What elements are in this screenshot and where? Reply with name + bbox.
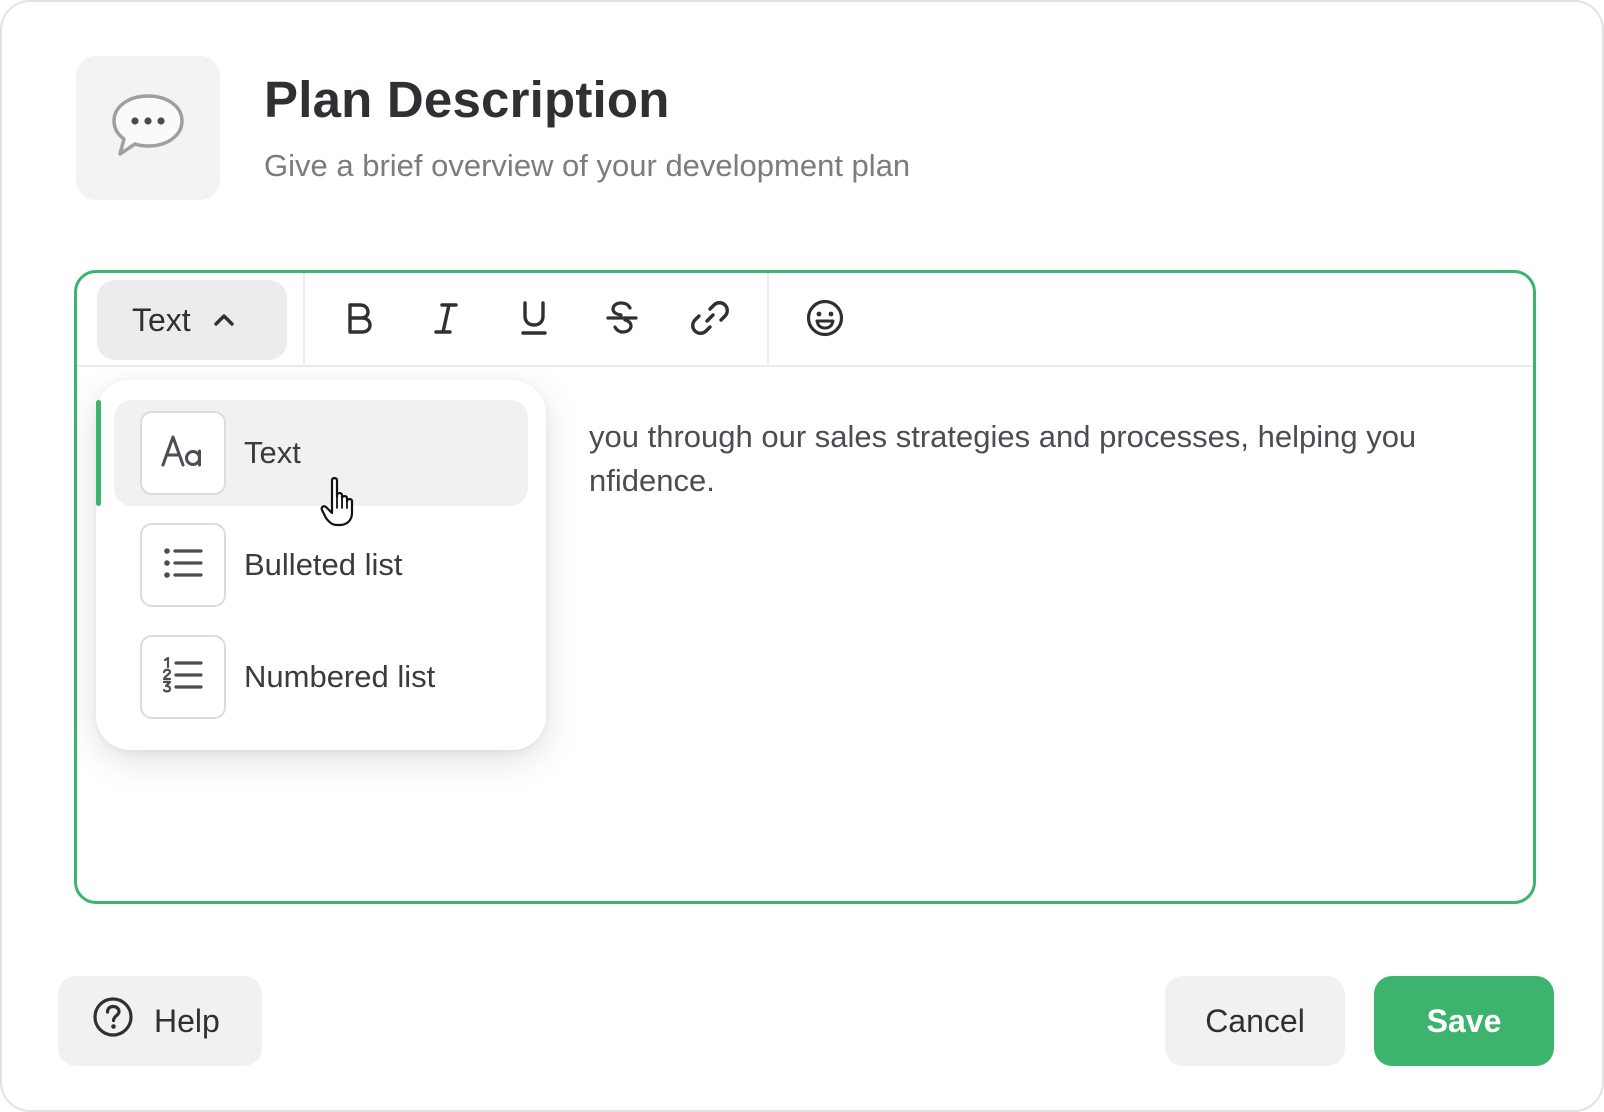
dialog-subtitle: Give a brief overview of your developmen… bbox=[264, 148, 911, 183]
toolbar-divider bbox=[767, 273, 769, 365]
dropdown-item-label: Bulleted list bbox=[244, 547, 403, 582]
dialog-title: Plan Description bbox=[264, 71, 670, 128]
help-circle-icon bbox=[92, 996, 134, 1046]
link-icon bbox=[690, 298, 730, 343]
text-style-select[interactable]: Text bbox=[97, 280, 287, 360]
cancel-button[interactable]: Cancel bbox=[1165, 976, 1345, 1066]
editor-toolbar: Text bbox=[77, 273, 1533, 367]
text-style-dropdown: Text Bulleted list Numbered list bbox=[96, 380, 546, 750]
bulleted-list-icon bbox=[163, 546, 203, 585]
italic-icon bbox=[431, 301, 461, 340]
dropdown-item-label: Numbered list bbox=[244, 659, 436, 694]
speech-bubble-icon bbox=[108, 86, 188, 171]
dropdown-item-icon-box bbox=[140, 523, 226, 607]
dropdown-item-icon-box bbox=[140, 635, 226, 719]
strikethrough-icon bbox=[605, 300, 639, 341]
underline-icon bbox=[519, 300, 549, 341]
bold-button[interactable] bbox=[328, 290, 388, 350]
help-button-label: Help bbox=[154, 1002, 220, 1039]
chevron-up-icon bbox=[213, 313, 235, 327]
strikethrough-button[interactable] bbox=[592, 290, 652, 350]
dropdown-item-label: Text bbox=[244, 435, 301, 470]
text-style-select-label: Text bbox=[132, 301, 191, 338]
link-button[interactable] bbox=[680, 290, 740, 350]
bold-icon bbox=[343, 301, 373, 340]
numbered-list-icon bbox=[162, 656, 203, 698]
emoji-button[interactable] bbox=[795, 290, 855, 350]
text-style-icon bbox=[160, 431, 206, 476]
plan-description-dialog: Plan Description Give a brief overview o… bbox=[0, 0, 1604, 1112]
hand-pointer-cursor-icon bbox=[320, 476, 360, 533]
selected-indicator bbox=[96, 400, 101, 506]
header-icon-tile bbox=[76, 56, 220, 200]
dropdown-item-numbered-list[interactable]: Numbered list bbox=[114, 624, 528, 730]
save-button[interactable]: Save bbox=[1374, 976, 1554, 1066]
emoji-icon bbox=[805, 298, 845, 343]
help-button[interactable]: Help bbox=[58, 976, 262, 1066]
dropdown-item-icon-box bbox=[140, 411, 226, 495]
italic-button[interactable] bbox=[416, 290, 476, 350]
toolbar-divider bbox=[303, 273, 305, 365]
underline-button[interactable] bbox=[504, 290, 564, 350]
